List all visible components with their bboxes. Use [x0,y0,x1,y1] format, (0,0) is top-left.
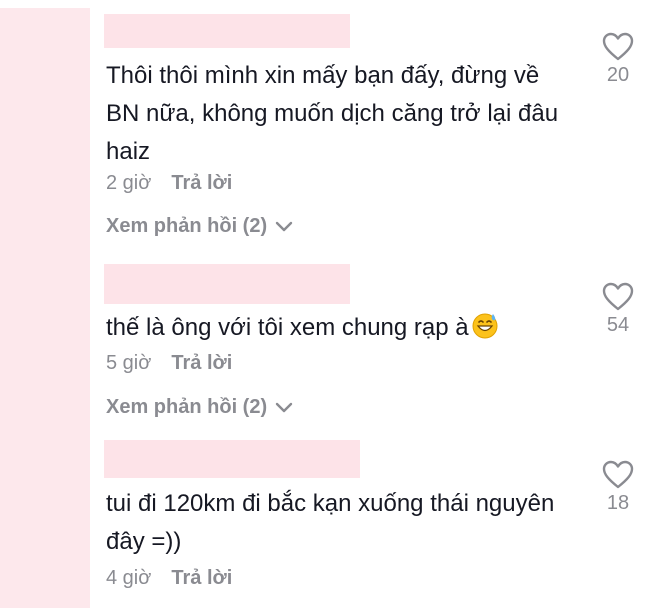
redacted-avatar-column [0,8,90,608]
heart-outline-icon[interactable] [602,282,634,312]
view-replies-label: Xem phản hồi (2) [106,215,268,237]
comment-meta: 4 giờ Trả lời [106,567,232,590]
comment-text: Thôi thôi mình xin mấy bạn đấy, đừng về … [106,62,559,165]
comment-text: tui đi 120km đi bắc kạn xuống thái nguyê… [106,490,555,555]
grinning-sweat-emoji [472,313,498,339]
redacted-username [104,14,350,48]
reply-button[interactable]: Trả lời [171,352,232,375]
like-count: 20 [606,64,630,86]
heart-outline-icon[interactable] [602,32,634,62]
comment-meta: 2 giờ Trả lời [106,172,232,195]
heart-outline-icon[interactable] [602,460,634,490]
view-replies-label: Xem phản hồi (2) [106,396,268,418]
redacted-username [104,440,360,478]
comment-time: 4 giờ [106,567,152,589]
redacted-username [104,264,350,304]
like-control: 54 [596,282,640,337]
like-count: 54 [606,314,630,336]
comment-text: thế là ông với tôi xem chung rạp à [106,309,576,347]
chevron-down-icon [275,402,293,412]
like-count: 18 [606,492,630,514]
chevron-down-icon [275,221,293,231]
reply-button[interactable]: Trả lời [171,172,232,195]
comment-time: 5 giờ [106,352,152,374]
view-replies-button[interactable]: Xem phản hồi (2) [106,215,293,238]
comment-text-content: thế là ông với tôi xem chung rạp à [106,314,469,341]
like-control: 18 [596,460,640,515]
reply-button[interactable]: Trả lời [171,567,232,590]
comment-time: 2 giờ [106,172,152,194]
view-replies-button[interactable]: Xem phản hồi (2) [106,396,293,419]
comment-meta: 5 giờ Trả lời [106,352,232,375]
like-control: 20 [596,32,640,87]
